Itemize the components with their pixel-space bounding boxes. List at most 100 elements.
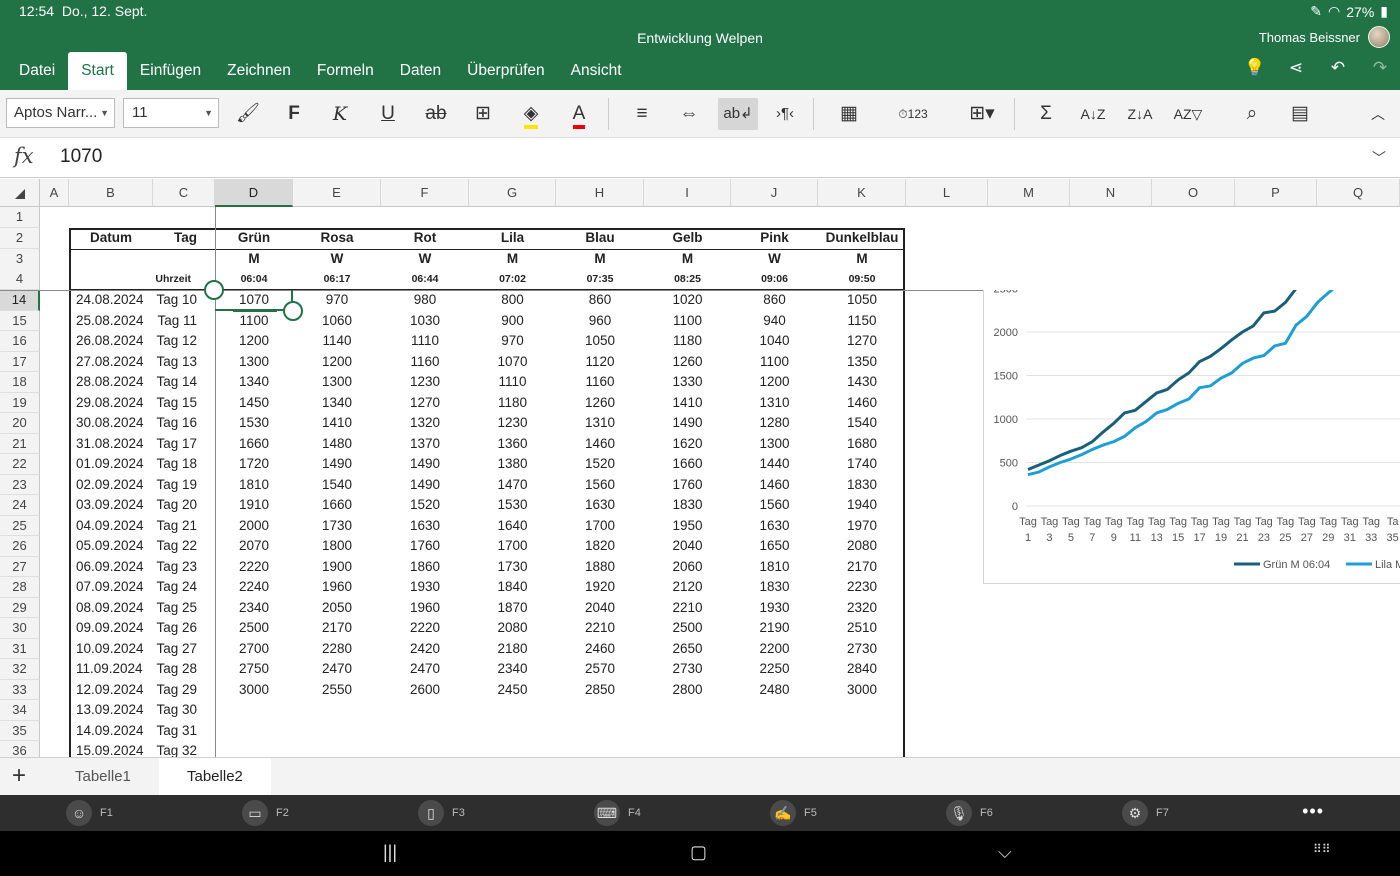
cell-weight[interactable]: 2240	[215, 577, 293, 598]
column-header-c[interactable]: C	[153, 179, 215, 207]
cell-weight[interactable]: 1730	[293, 516, 381, 537]
cell-weight[interactable]: 2280	[293, 639, 381, 660]
cell-weight[interactable]: 2700	[215, 639, 293, 660]
cell-tag[interactable]: Tag 29	[153, 680, 197, 701]
menu-tab-ansicht[interactable]: Ansicht	[558, 52, 635, 90]
header-name[interactable]: Blau	[556, 228, 644, 249]
cell-weight[interactable]: 1920	[556, 577, 644, 598]
cell-weight[interactable]: 2210	[556, 618, 644, 639]
lightbulb-icon[interactable]: 💡	[1244, 58, 1265, 78]
menu-tab-überprüfen[interactable]: Überprüfen	[454, 52, 558, 90]
row-header-19[interactable]: 19	[0, 392, 40, 413]
cell-weight[interactable]: 1300	[731, 434, 818, 455]
cell-weight[interactable]: 2050	[293, 598, 381, 619]
cell-tag[interactable]: Tag 15	[153, 393, 197, 414]
column-header-d[interactable]: D	[215, 179, 293, 207]
menu-tab-start[interactable]: Start	[68, 52, 127, 90]
strikethrough-button[interactable]: ab	[416, 98, 456, 130]
series-line[interactable]	[1027, 290, 1350, 471]
header-time[interactable]: 06:44	[381, 269, 469, 290]
header-sex[interactable]: M	[469, 249, 556, 270]
cell-weight[interactable]: 2320	[818, 598, 906, 619]
row-header-14[interactable]: 14	[0, 290, 40, 311]
column-header-h[interactable]: H	[556, 179, 644, 207]
row-header-25[interactable]: 25	[0, 515, 40, 536]
cell-weight[interactable]: 1270	[818, 331, 906, 352]
cell-date[interactable]: 31.08.2024	[76, 434, 154, 455]
row-header-17[interactable]: 17	[0, 351, 40, 372]
selection-handle-end[interactable]	[283, 301, 303, 321]
cell-tag[interactable]: Tag 10	[153, 290, 197, 311]
fkey-f4[interactable]: ⌨ F4	[594, 799, 641, 827]
header-name[interactable]: Rosa	[293, 228, 381, 249]
insert-cells-icon[interactable]: ⊞▾	[960, 98, 1004, 130]
cell-weight[interactable]: 2340	[469, 659, 556, 680]
header-tag[interactable]: Tag	[153, 228, 197, 249]
cell-tag[interactable]: Tag 12	[153, 331, 197, 352]
row-header-26[interactable]: 26	[0, 536, 40, 557]
cell-weight[interactable]: 1460	[556, 434, 644, 455]
cell-weight[interactable]: 960	[556, 311, 644, 332]
column-header-o[interactable]: O	[1152, 179, 1235, 207]
cell-weight[interactable]: 1870	[469, 598, 556, 619]
cell-weight[interactable]: 2460	[556, 639, 644, 660]
column-header-q[interactable]: Q	[1317, 179, 1400, 207]
cell-weight[interactable]: 1180	[469, 393, 556, 414]
cell-weight[interactable]	[381, 721, 469, 742]
menu-tab-zeichnen[interactable]: Zeichnen	[214, 52, 304, 90]
cell-weight[interactable]: 2180	[469, 639, 556, 660]
cell-weight[interactable]	[293, 700, 381, 721]
cell-date[interactable]: 13.09.2024	[76, 700, 154, 721]
cell-weight[interactable]: 1660	[293, 495, 381, 516]
row-header-33[interactable]: 33	[0, 679, 40, 700]
cell-weight[interactable]: 2480	[731, 680, 818, 701]
collapse-ribbon-icon[interactable]: ︿	[1358, 98, 1398, 130]
cell-weight[interactable]: 1100	[731, 352, 818, 373]
cell-weight[interactable]: 2850	[556, 680, 644, 701]
header-time[interactable]: 08:25	[644, 269, 731, 290]
row-header-16[interactable]: 16	[0, 331, 40, 352]
row-header-21[interactable]: 21	[0, 433, 40, 454]
cell-weight[interactable]: 1110	[469, 372, 556, 393]
cell-weight[interactable]: 1640	[469, 516, 556, 537]
cell-weight[interactable]: 1030	[381, 311, 469, 332]
cell-weight[interactable]: 1730	[469, 557, 556, 578]
cell-weight[interactable]: 970	[469, 331, 556, 352]
autosum-icon[interactable]: Σ	[1026, 98, 1066, 130]
bold-button[interactable]: F	[274, 98, 314, 130]
cell-date[interactable]: 02.09.2024	[76, 475, 154, 496]
header-sex[interactable]: M	[215, 249, 293, 270]
cell-weight[interactable]: 1300	[293, 372, 381, 393]
cell-weight[interactable]: 2200	[731, 639, 818, 660]
cell-weight[interactable]: 1630	[556, 495, 644, 516]
fkey-f1[interactable]: ☺ F1	[66, 799, 113, 827]
cell-weight[interactable]: 1060	[293, 311, 381, 332]
search-icon[interactable]: ⌕	[1232, 98, 1272, 130]
cell-tag[interactable]: Tag 19	[153, 475, 197, 496]
cell-weight[interactable]: 1800	[293, 536, 381, 557]
cell-date[interactable]: 05.09.2024	[76, 536, 154, 557]
column-header-n[interactable]: N	[1070, 179, 1152, 207]
cell-date[interactable]: 24.08.2024	[76, 290, 154, 311]
cell-weight[interactable]: 1970	[818, 516, 906, 537]
row-header-32[interactable]: 32	[0, 659, 40, 680]
cell-weight[interactable]: 1460	[818, 393, 906, 414]
share-icon[interactable]: ⋖	[1286, 58, 1306, 78]
cell-weight[interactable]: 2570	[556, 659, 644, 680]
cell-weight[interactable]: 1880	[556, 557, 644, 578]
sort-descending-icon[interactable]: Z↓A	[1120, 98, 1160, 130]
menu-tab-datei[interactable]: Datei	[6, 52, 68, 90]
column-header-g[interactable]: G	[469, 179, 556, 207]
cell-date[interactable]: 09.09.2024	[76, 618, 154, 639]
row-header-35[interactable]: 35	[0, 720, 40, 741]
cell-weight[interactable]: 1820	[556, 536, 644, 557]
row-header-24[interactable]: 24	[0, 495, 40, 516]
line-chart[interactable]: 0 500 1000 1500 2000 2500 Tag 1 Tag 3 Tag 5 Tag 7 Tag 9…	[983, 290, 1400, 584]
menu-tab-daten[interactable]: Daten	[387, 52, 454, 90]
cell-weight[interactable]: 1200	[293, 352, 381, 373]
font-family-select[interactable]: Aptos Narr... ▼	[6, 98, 115, 128]
header-sex[interactable]: W	[381, 249, 469, 270]
cell-weight[interactable]: 1830	[644, 495, 731, 516]
fill-color-icon[interactable]: ◈	[511, 98, 551, 130]
cell-weight[interactable]	[818, 721, 906, 742]
